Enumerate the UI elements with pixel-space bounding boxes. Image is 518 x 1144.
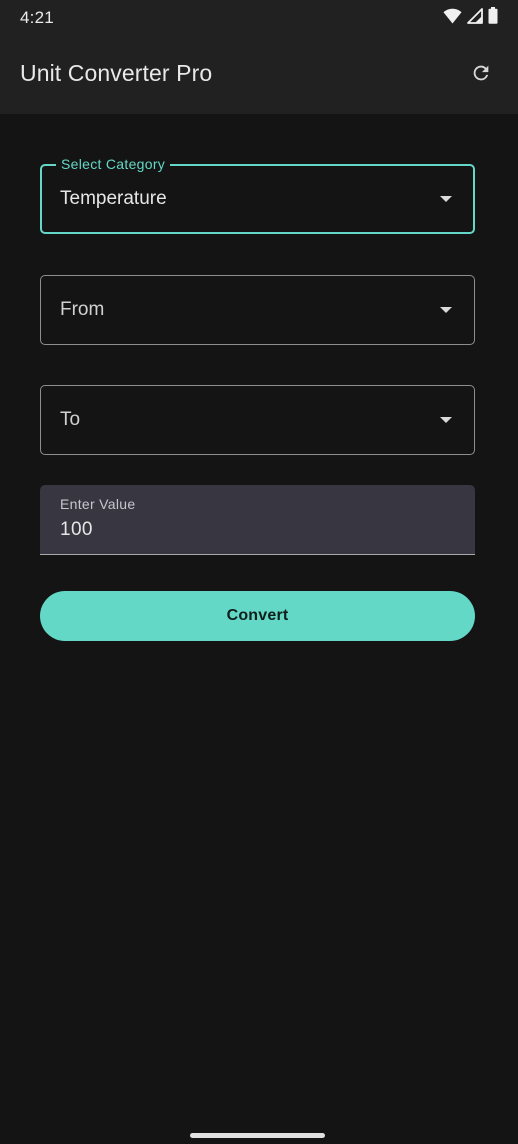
dropdown-arrow-icon bbox=[440, 417, 452, 423]
refresh-icon bbox=[470, 62, 492, 89]
dropdown-arrow-icon bbox=[440, 196, 452, 202]
category-dropdown[interactable]: Select Category Temperature bbox=[40, 156, 475, 234]
wifi-icon bbox=[443, 8, 462, 29]
home-gesture-bar[interactable] bbox=[190, 1133, 325, 1138]
to-unit-dropdown[interactable]: To bbox=[40, 385, 475, 455]
status-bar: 4:21 bbox=[0, 0, 518, 36]
status-time: 4:21 bbox=[20, 8, 54, 27]
from-unit-dropdown[interactable]: From bbox=[40, 275, 475, 345]
convert-button[interactable]: Convert bbox=[40, 591, 475, 641]
from-label: From bbox=[60, 299, 105, 320]
value-input-field[interactable]: Enter Value 100 bbox=[40, 485, 475, 555]
category-label: Select Category bbox=[56, 156, 171, 172]
to-label: To bbox=[60, 409, 81, 430]
value-input-label: Enter Value bbox=[60, 496, 136, 512]
dropdown-arrow-icon bbox=[440, 307, 452, 313]
app-bar: Unit Converter Pro bbox=[0, 36, 518, 114]
category-value: Temperature bbox=[60, 188, 167, 209]
cellular-signal-icon bbox=[467, 7, 483, 29]
status-icons bbox=[443, 7, 498, 29]
refresh-button[interactable] bbox=[468, 62, 494, 88]
battery-icon bbox=[488, 7, 498, 29]
value-input[interactable]: 100 bbox=[60, 519, 93, 541]
app-title: Unit Converter Pro bbox=[20, 60, 213, 86]
